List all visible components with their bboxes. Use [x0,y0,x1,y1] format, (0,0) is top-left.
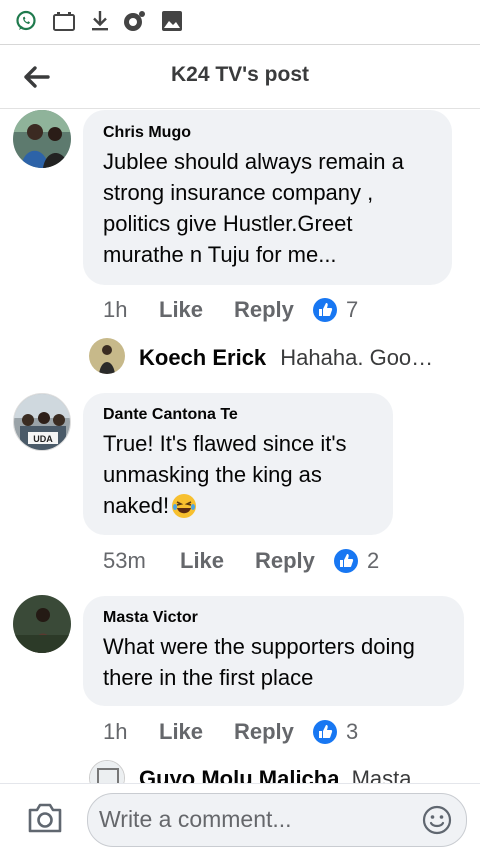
reply-button[interactable]: Reply [234,719,294,745]
reply-text: Hahaha. Goo… [280,345,434,370]
reply-author[interactable]: Koech Erick [139,345,266,370]
emoji-icon[interactable] [422,805,452,835]
calendar-icon [53,12,75,31]
eye-icon [124,11,145,31]
comment-text-line: there in the first place [103,665,314,690]
comment-text-line: unmasking the king as [103,462,322,487]
comment-time: 53m [103,548,146,573]
avatar[interactable] [13,110,71,168]
like-reaction-icon [313,298,337,322]
like-reaction-icon [313,720,337,744]
reply-button[interactable]: Reply [255,548,315,574]
comment-author[interactable]: Masta Victor [103,609,198,627]
comment-text-line: politics give Hustler.Greet [103,211,353,236]
reply-button[interactable]: Reply [234,297,294,323]
reply-preview[interactable]: Koech Erick Hahaha. Goo… [139,345,433,371]
like-reaction-icon [334,549,358,573]
comment-text-line: True! It's flawed since it's [103,431,347,456]
status-bar [0,0,480,45]
image-icon [162,11,182,31]
reaction-count[interactable]: 7 [346,297,358,323]
whatsapp-icon [16,10,36,31]
avatar-banner-text: UDA [33,434,53,444]
reaction-count[interactable]: 3 [346,719,358,745]
comment-bubble[interactable]: Chris Mugo Jublee should always remain a… [83,110,452,285]
comment-input[interactable]: Write a comment... [87,793,467,847]
comment-text-line: Jublee should always remain a [103,149,404,174]
comment-text-line: naked! [103,493,170,518]
reaction-count[interactable]: 2 [367,548,379,574]
like-button[interactable]: Like [159,297,203,323]
comment-bubble[interactable]: Dante Cantona Te True! It's flawed since… [83,393,393,535]
comment-time: 1h [103,719,128,744]
comment-text-line: strong insurance company , [103,180,374,205]
comment-bubble[interactable]: Masta Victor What were the supporters do… [83,596,464,706]
avatar[interactable] [13,595,71,653]
page-title: K24 TV's post [170,63,310,86]
avatar[interactable]: UDA [13,393,71,451]
comment-text-line: murathe n Tuju for me... [103,242,337,267]
laughing-emoji-icon [172,493,197,518]
comment-text-line: What were the supporters doing [103,634,415,659]
camera-icon[interactable] [27,802,63,834]
download-icon [92,11,108,31]
top-app-bar: K24 TV's post [0,45,480,109]
like-button[interactable]: Like [159,719,203,745]
like-button[interactable]: Like [180,548,224,574]
comment-time: 1h [103,297,128,322]
avatar[interactable] [89,338,125,374]
comment-input-placeholder: Write a comment... [99,806,292,832]
comment-composer: Write a comment... [0,783,480,855]
comment-author[interactable]: Chris Mugo [103,124,191,142]
comment-author[interactable]: Dante Cantona Te [103,406,238,424]
